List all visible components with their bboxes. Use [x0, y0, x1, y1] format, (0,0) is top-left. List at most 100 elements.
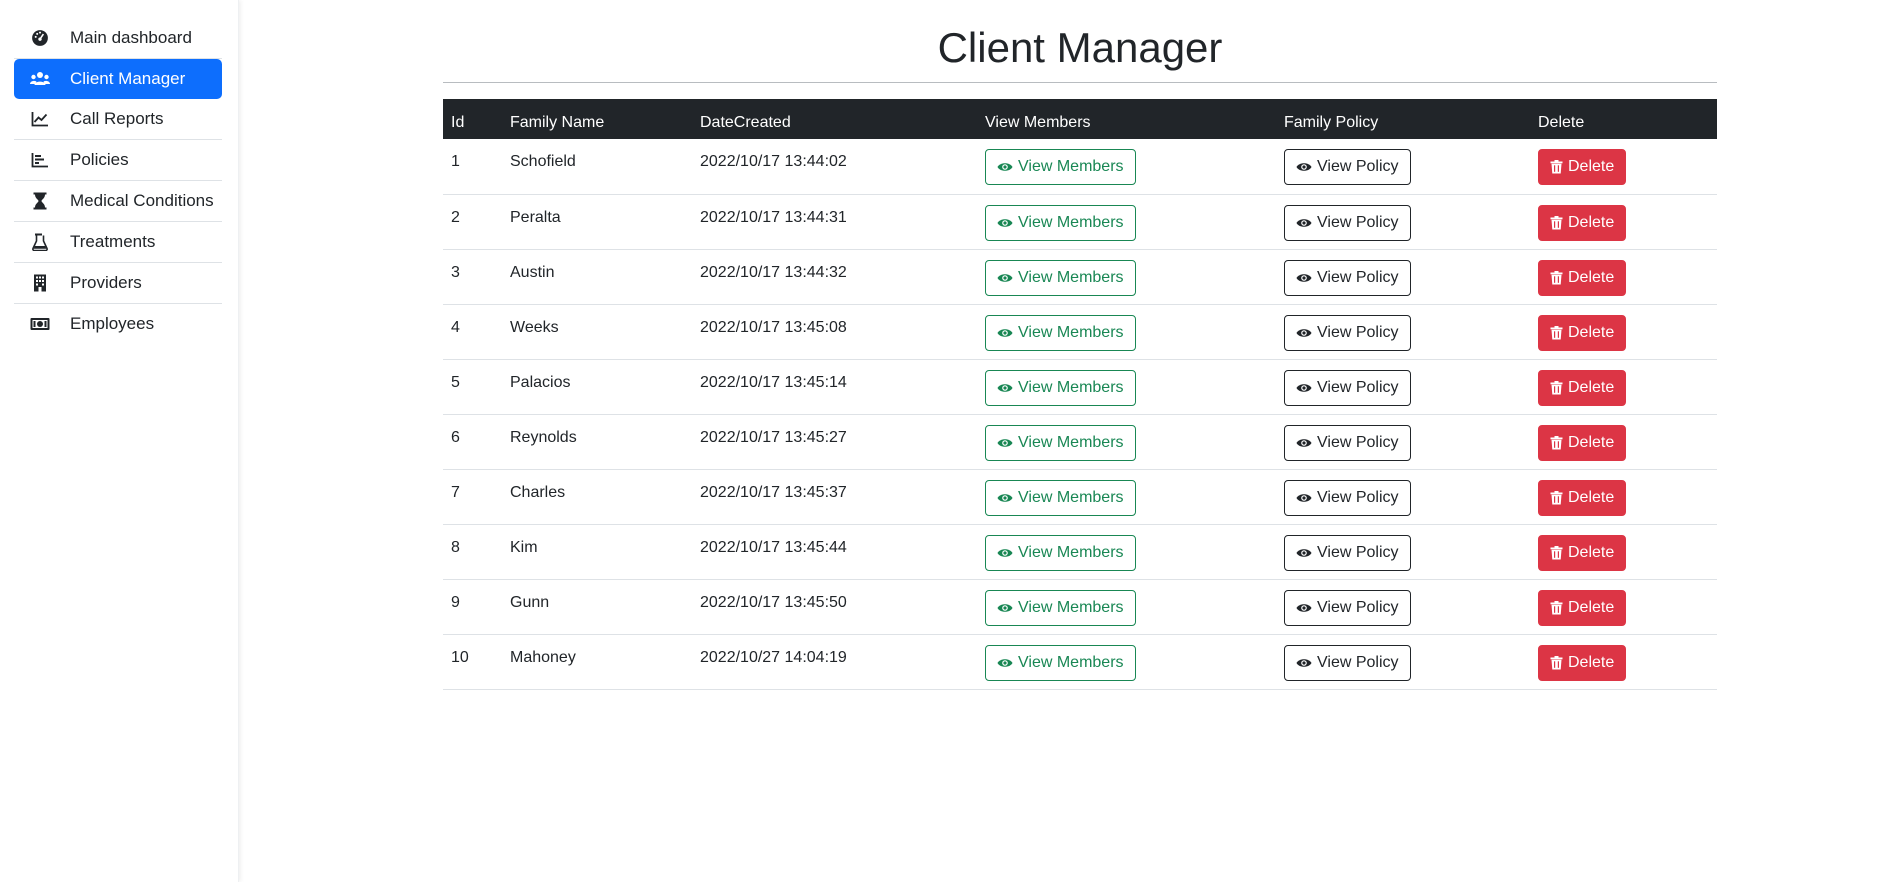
view-members-label: View Members — [1018, 433, 1124, 451]
sidebar-item-policies[interactable]: Policies — [14, 140, 222, 181]
cell-id: 8 — [451, 538, 460, 556]
delete-button[interactable]: Delete — [1538, 589, 1627, 626]
cell-view-members: View Members — [977, 469, 1276, 524]
view-members-label: View Members — [1018, 158, 1124, 175]
header-family-policy: Family Policy — [1284, 114, 1379, 131]
hourglass-icon — [30, 191, 50, 211]
view-policy-button[interactable]: View Policy — [1284, 314, 1411, 351]
sidebar-item-call-reports[interactable]: Call Reports — [14, 99, 222, 140]
cell-family-name: Charles — [510, 483, 566, 501]
view-policy-button[interactable]: View Policy — [1284, 259, 1411, 296]
view-policy-label: View Policy — [1317, 653, 1399, 671]
view-members-button[interactable]: View Members — [985, 314, 1136, 351]
table-header: Id Family Name DateCreated View Members … — [443, 99, 1717, 139]
view-members-button[interactable]: View Members — [985, 644, 1136, 681]
delete-button[interactable]: Delete — [1538, 204, 1627, 241]
delete-button[interactable]: Delete — [1538, 534, 1627, 571]
view-members-button[interactable]: View Members — [985, 259, 1136, 296]
delete-button[interactable]: Delete — [1538, 314, 1627, 351]
line-chart-icon — [30, 109, 50, 129]
view-policy-button[interactable]: View Policy — [1284, 479, 1411, 516]
cell-delete: Delete — [1530, 469, 1717, 524]
eye-icon — [1296, 437, 1312, 449]
cell-date-created: 2022/10/17 13:45:37 — [700, 483, 847, 501]
cell-family-policy: View Policy — [1276, 139, 1530, 194]
cell-delete: Delete — [1530, 414, 1717, 469]
view-policy-label: View Policy — [1317, 323, 1399, 341]
view-policy-button[interactable]: View Policy — [1284, 534, 1411, 571]
cell-family-policy: View Policy — [1276, 194, 1530, 249]
view-members-button[interactable]: View Members — [985, 149, 1136, 185]
sidebar-item-client-manager[interactable]: Client Manager — [14, 59, 222, 99]
cell-family-policy: View Policy — [1276, 304, 1530, 359]
table-row: 3 Austin 2022/10/17 13:44:32 View Member… — [443, 249, 1717, 304]
eye-icon — [1296, 602, 1312, 614]
view-policy-label: View Policy — [1317, 268, 1399, 286]
sidebar-item-employees[interactable]: Employees — [14, 304, 222, 344]
view-policy-button[interactable]: View Policy — [1284, 424, 1411, 461]
sidebar-item-medical-conditions[interactable]: Medical Conditions — [14, 181, 222, 222]
delete-button[interactable]: Delete — [1538, 644, 1627, 681]
cell-delete: Delete — [1530, 524, 1717, 579]
delete-button[interactable]: Delete — [1538, 149, 1627, 185]
cell-date-created: 2022/10/17 13:45:44 — [700, 538, 847, 556]
cell-id: 5 — [451, 373, 460, 391]
header-id: Id — [451, 114, 465, 131]
view-members-button[interactable]: View Members — [985, 534, 1136, 571]
users-icon — [30, 69, 50, 89]
view-policy-button[interactable]: View Policy — [1284, 204, 1411, 241]
delete-button[interactable]: Delete — [1538, 479, 1627, 516]
trash-icon — [1550, 270, 1563, 285]
view-members-button[interactable]: View Members — [985, 204, 1136, 241]
view-members-button[interactable]: View Members — [985, 479, 1136, 516]
sidebar-item-main-dashboard[interactable]: Main dashboard — [14, 18, 222, 59]
view-policy-button[interactable]: View Policy — [1284, 369, 1411, 406]
cell-family-name: Weeks — [510, 318, 559, 336]
eye-icon — [997, 437, 1013, 449]
cell-family-policy: View Policy — [1276, 579, 1530, 634]
view-members-label: View Members — [1018, 378, 1124, 396]
cell-id: 7 — [451, 483, 460, 501]
cell-family-name: Austin — [510, 263, 555, 281]
trash-icon — [1550, 545, 1563, 560]
sidebar-item-providers[interactable]: Providers — [14, 263, 222, 304]
view-policy-button[interactable]: View Policy — [1284, 644, 1411, 681]
view-members-button[interactable]: View Members — [985, 369, 1136, 406]
header-family-name: Family Name — [510, 114, 605, 131]
eye-icon — [1296, 382, 1312, 394]
view-members-button[interactable]: View Members — [985, 424, 1136, 461]
trash-icon — [1550, 215, 1563, 230]
table-row: 1 Schofield 2022/10/17 13:44:02 View Mem… — [443, 139, 1717, 194]
sidebar-item-label: Treatments — [70, 232, 156, 251]
cell-family-policy: View Policy — [1276, 634, 1530, 689]
eye-icon — [1296, 161, 1312, 173]
cell-date-created: 2022/10/17 13:44:02 — [700, 153, 847, 170]
eye-icon — [997, 327, 1013, 339]
table-row: 4 Weeks 2022/10/17 13:45:08 View Members… — [443, 304, 1717, 359]
eye-icon — [997, 272, 1013, 284]
sidebar-item-treatments[interactable]: Treatments — [14, 222, 222, 263]
view-policy-button[interactable]: View Policy — [1284, 149, 1411, 185]
cell-delete: Delete — [1530, 249, 1717, 304]
delete-label: Delete — [1568, 378, 1615, 396]
cell-view-members: View Members — [977, 579, 1276, 634]
cell-family-policy: View Policy — [1276, 469, 1530, 524]
cell-delete: Delete — [1530, 359, 1717, 414]
cell-view-members: View Members — [977, 249, 1276, 304]
cell-date-created: 2022/10/17 13:45:08 — [700, 318, 847, 336]
view-members-label: View Members — [1018, 653, 1124, 671]
eye-icon — [997, 547, 1013, 559]
delete-button[interactable]: Delete — [1538, 424, 1627, 461]
cell-id: 3 — [451, 263, 460, 281]
delete-button[interactable]: Delete — [1538, 369, 1627, 406]
view-members-button[interactable]: View Members — [985, 589, 1136, 626]
cell-id: 4 — [451, 318, 460, 336]
view-policy-button[interactable]: View Policy — [1284, 589, 1411, 626]
title-divider — [443, 82, 1717, 83]
eye-icon — [1296, 272, 1312, 284]
sidebar-item-label: Client Manager — [70, 69, 186, 88]
delete-label: Delete — [1568, 433, 1615, 451]
cell-family-name: Reynolds — [510, 428, 577, 446]
table-row: 6 Reynolds 2022/10/17 13:45:27 View Memb… — [443, 414, 1717, 469]
delete-button[interactable]: Delete — [1538, 259, 1627, 296]
